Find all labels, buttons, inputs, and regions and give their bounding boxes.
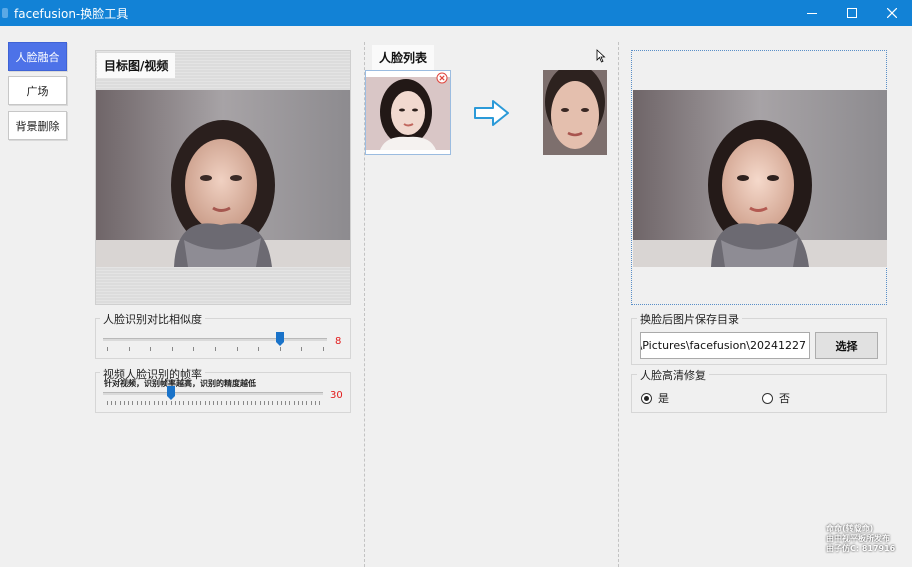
enhance-yes-label: 是 (658, 392, 669, 405)
watermark-line-1: 命命(转载命) (826, 524, 874, 533)
enhance-yes-radio[interactable]: 是 (641, 390, 669, 406)
minimize-icon (807, 13, 817, 14)
window-title: facefusion-换脸工具 (14, 7, 129, 21)
save-path-input[interactable]: C:\Users\Pictures\facefusion\20241227 (640, 332, 810, 359)
save-path-value: C:\Users\Pictures\facefusion\20241227 (641, 339, 806, 352)
nav-background-removal-button[interactable]: 背景删除 (8, 111, 67, 140)
app-window: facefusion-换脸工具 人脸融合 广场 背景删除 目标图/视频 人脸识别… (0, 0, 912, 567)
close-button[interactable] (872, 0, 912, 26)
similarity-slider-ticks (107, 347, 324, 351)
enhance-no-radio[interactable]: 否 (762, 390, 790, 406)
enhance-label: 人脸高清修复 (637, 367, 709, 383)
app-icon (2, 8, 8, 18)
watermark-line-3: 由子仿C: 817916 (826, 544, 896, 553)
watermark: 命命(转载命) 由中视平板所发布 由子仿C: 817916 (826, 524, 895, 554)
similarity-slider-thumb[interactable] (275, 332, 284, 346)
detected-face-thumbnail (543, 70, 607, 155)
result-photo (633, 90, 887, 267)
face-list-tab-label: 人脸列表 (372, 45, 435, 70)
radio-checked-icon (641, 392, 652, 404)
nav-face-fusion-button[interactable]: 人脸融合 (8, 42, 67, 71)
framerate-value: 30 (330, 390, 343, 401)
nav-square-button[interactable]: 广场 (8, 76, 67, 105)
close-icon (887, 8, 897, 18)
enhance-no-label: 否 (779, 392, 790, 405)
framerate-slider-ticks (107, 401, 320, 405)
target-tab-label: 目标图/视频 (97, 53, 176, 78)
framerate-slider-thumb[interactable] (166, 386, 175, 400)
radio-unchecked-icon (762, 392, 773, 404)
similarity-slider-track[interactable] (103, 338, 327, 341)
minimize-button[interactable] (792, 0, 832, 26)
remove-face-icon[interactable] (436, 72, 448, 84)
title-bar[interactable]: facefusion-换脸工具 (0, 0, 912, 26)
watermark-line-2: 由中视平板所发布 (826, 534, 890, 543)
similarity-value: 8 (335, 336, 342, 347)
maximize-button[interactable] (832, 0, 872, 26)
arrow-right-icon (474, 100, 509, 126)
framerate-hint: 针对视频，识别帧率越高，识别的精度越低 (104, 379, 256, 388)
save-dir-label: 换脸后图片保存目录 (637, 311, 742, 327)
target-photo (96, 90, 350, 267)
maximize-icon (847, 8, 857, 18)
framerate-slider-track[interactable] (103, 392, 323, 395)
source-face-thumbnail (366, 77, 450, 150)
source-face-card[interactable] (365, 70, 451, 155)
mouse-cursor-icon (596, 49, 606, 63)
similarity-label: 人脸识别对比相似度 (100, 311, 205, 327)
choose-folder-button[interactable]: 选择 (815, 332, 878, 359)
